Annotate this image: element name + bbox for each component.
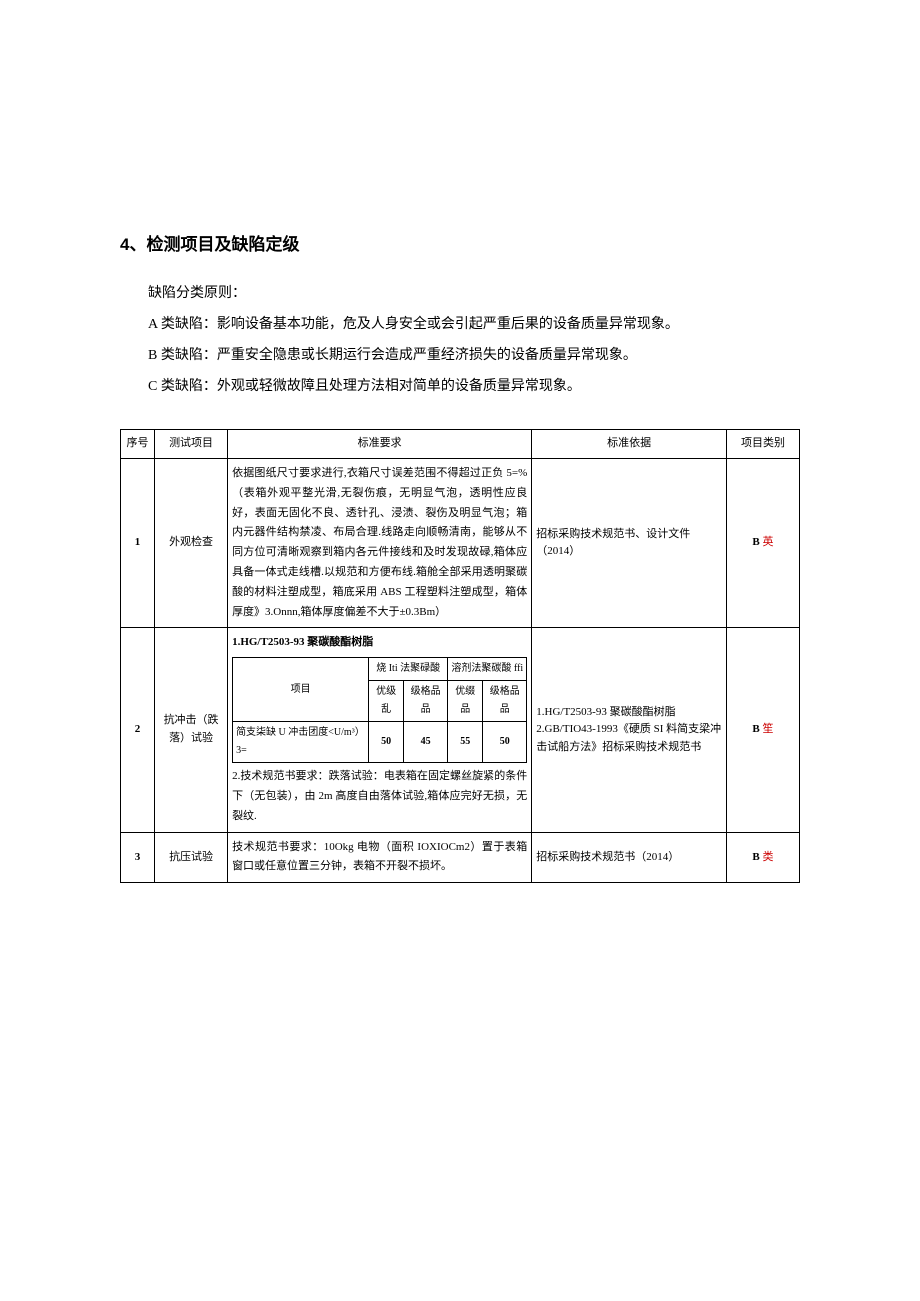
inner-v2: 45	[404, 722, 448, 763]
cell-item: 外观检查	[155, 458, 228, 627]
inner-label: 简支柒缺 U 冲击团度<U/m³）3=	[233, 722, 369, 763]
inner-th-c1: 烧 Iti 法聚碌酸	[369, 658, 448, 681]
cell-seq: 3	[121, 832, 155, 883]
inner-v3: 55	[448, 722, 483, 763]
req-footer: 2.技术规范书要求：跌落试验：电表箱在固定螺丝旋紧的条件下（无包装），由 2m …	[232, 767, 527, 826]
cell-basis: 1.HG/T2503-93 聚碳酸酯树脂 2.GB/TIO43-1993《硬质 …	[532, 628, 727, 832]
defect-table: 序号 测试项目 标准要求 标准依据 项目类别 1 外观检查 依据图纸尺寸要求进行…	[120, 429, 800, 883]
req-header: 1.HG/T2503-93 聚碳酸酯树脂	[232, 633, 527, 653]
table-row: 2 抗冲击（跌落）试验 1.HG/T2503-93 聚碳酸酯树脂 项目 烧 It…	[121, 628, 800, 832]
cell-req: 技术规范书要求：10Okg 电物（面积 IOXIOCm2）置于表箱窗口或任意位置…	[228, 832, 532, 883]
cell-basis: 招标采购技术规范书、设计文件（2014）	[532, 458, 727, 627]
inner-v4: 50	[483, 722, 527, 763]
inner-row: 简支柒缺 U 冲击团度<U/m³）3= 50 45 55 50	[233, 722, 527, 763]
inner-sub1: 优级乱	[369, 681, 404, 722]
principle-c: C 类缺陷：外观或轻微故障且处理方法相对简单的设备质量异常现象。	[120, 374, 800, 399]
cell-cat: B 英	[726, 458, 799, 627]
th-seq: 序号	[121, 430, 155, 459]
inner-row: 项目 烧 Iti 法聚碌酸 溶剂法聚碳酸 ffi	[233, 658, 527, 681]
inner-sub4: 级格品品	[483, 681, 527, 722]
cell-item: 抗压试验	[155, 832, 228, 883]
principle-a: A 类缺陷：影响设备基本功能，危及人身安全或会引起严重后果的设备质量异常现象。	[120, 312, 800, 337]
th-basis: 标准依据	[532, 430, 727, 459]
table-header-row: 序号 测试项目 标准要求 标准依据 项目类别	[121, 430, 800, 459]
cell-cat: B 笙	[726, 628, 799, 832]
cell-seq: 2	[121, 628, 155, 832]
th-cat: 项目类别	[726, 430, 799, 459]
th-item: 测试项目	[155, 430, 228, 459]
inner-table: 项目 烧 Iti 法聚碌酸 溶剂法聚碳酸 ffi 优级乱 级格品品 优缀品 级格…	[232, 657, 527, 763]
principle-intro: 缺陷分类原则：	[120, 281, 800, 306]
cell-req: 依据图纸尺寸要求进行,衣箱尺寸误差范围不得超过正负 5=%（表箱外观平整光滑,无…	[228, 458, 532, 627]
cat-letter: B	[752, 723, 759, 735]
table-row: 3 抗压试验 技术规范书要求：10Okg 电物（面积 IOXIOCm2）置于表箱…	[121, 832, 800, 883]
cell-cat: B 类	[726, 832, 799, 883]
table-row: 1 外观检查 依据图纸尺寸要求进行,衣箱尺寸误差范围不得超过正负 5=%（表箱外…	[121, 458, 800, 627]
cat-suffix: 类	[763, 851, 774, 863]
cat-letter: B	[752, 851, 759, 863]
cell-basis: 招标采购技术规范书（2014）	[532, 832, 727, 883]
inner-th-c2: 溶剂法聚碳酸 ffi	[448, 658, 527, 681]
cell-item: 抗冲击（跌落）试验	[155, 628, 228, 832]
cat-letter: B	[752, 536, 759, 548]
cell-req: 1.HG/T2503-93 聚碳酸酯树脂 项目 烧 Iti 法聚碌酸 溶剂法聚碳…	[228, 628, 532, 832]
cell-seq: 1	[121, 458, 155, 627]
inner-sub2: 级格品品	[404, 681, 448, 722]
inner-v1: 50	[369, 722, 404, 763]
cat-suffix: 笙	[763, 723, 774, 735]
defect-table-wrap: 序号 测试项目 标准要求 标准依据 项目类别 1 外观检查 依据图纸尺寸要求进行…	[120, 429, 800, 883]
inner-th-item: 项目	[233, 658, 369, 722]
inner-sub3: 优缀品	[448, 681, 483, 722]
section-heading: 4、检测项目及缺陷定级	[120, 230, 800, 261]
th-req: 标准要求	[228, 430, 532, 459]
cat-suffix: 英	[763, 536, 774, 548]
principle-b: B 类缺陷：严重安全隐患或长期运行会造成严重经济损失的设备质量异常现象。	[120, 343, 800, 368]
